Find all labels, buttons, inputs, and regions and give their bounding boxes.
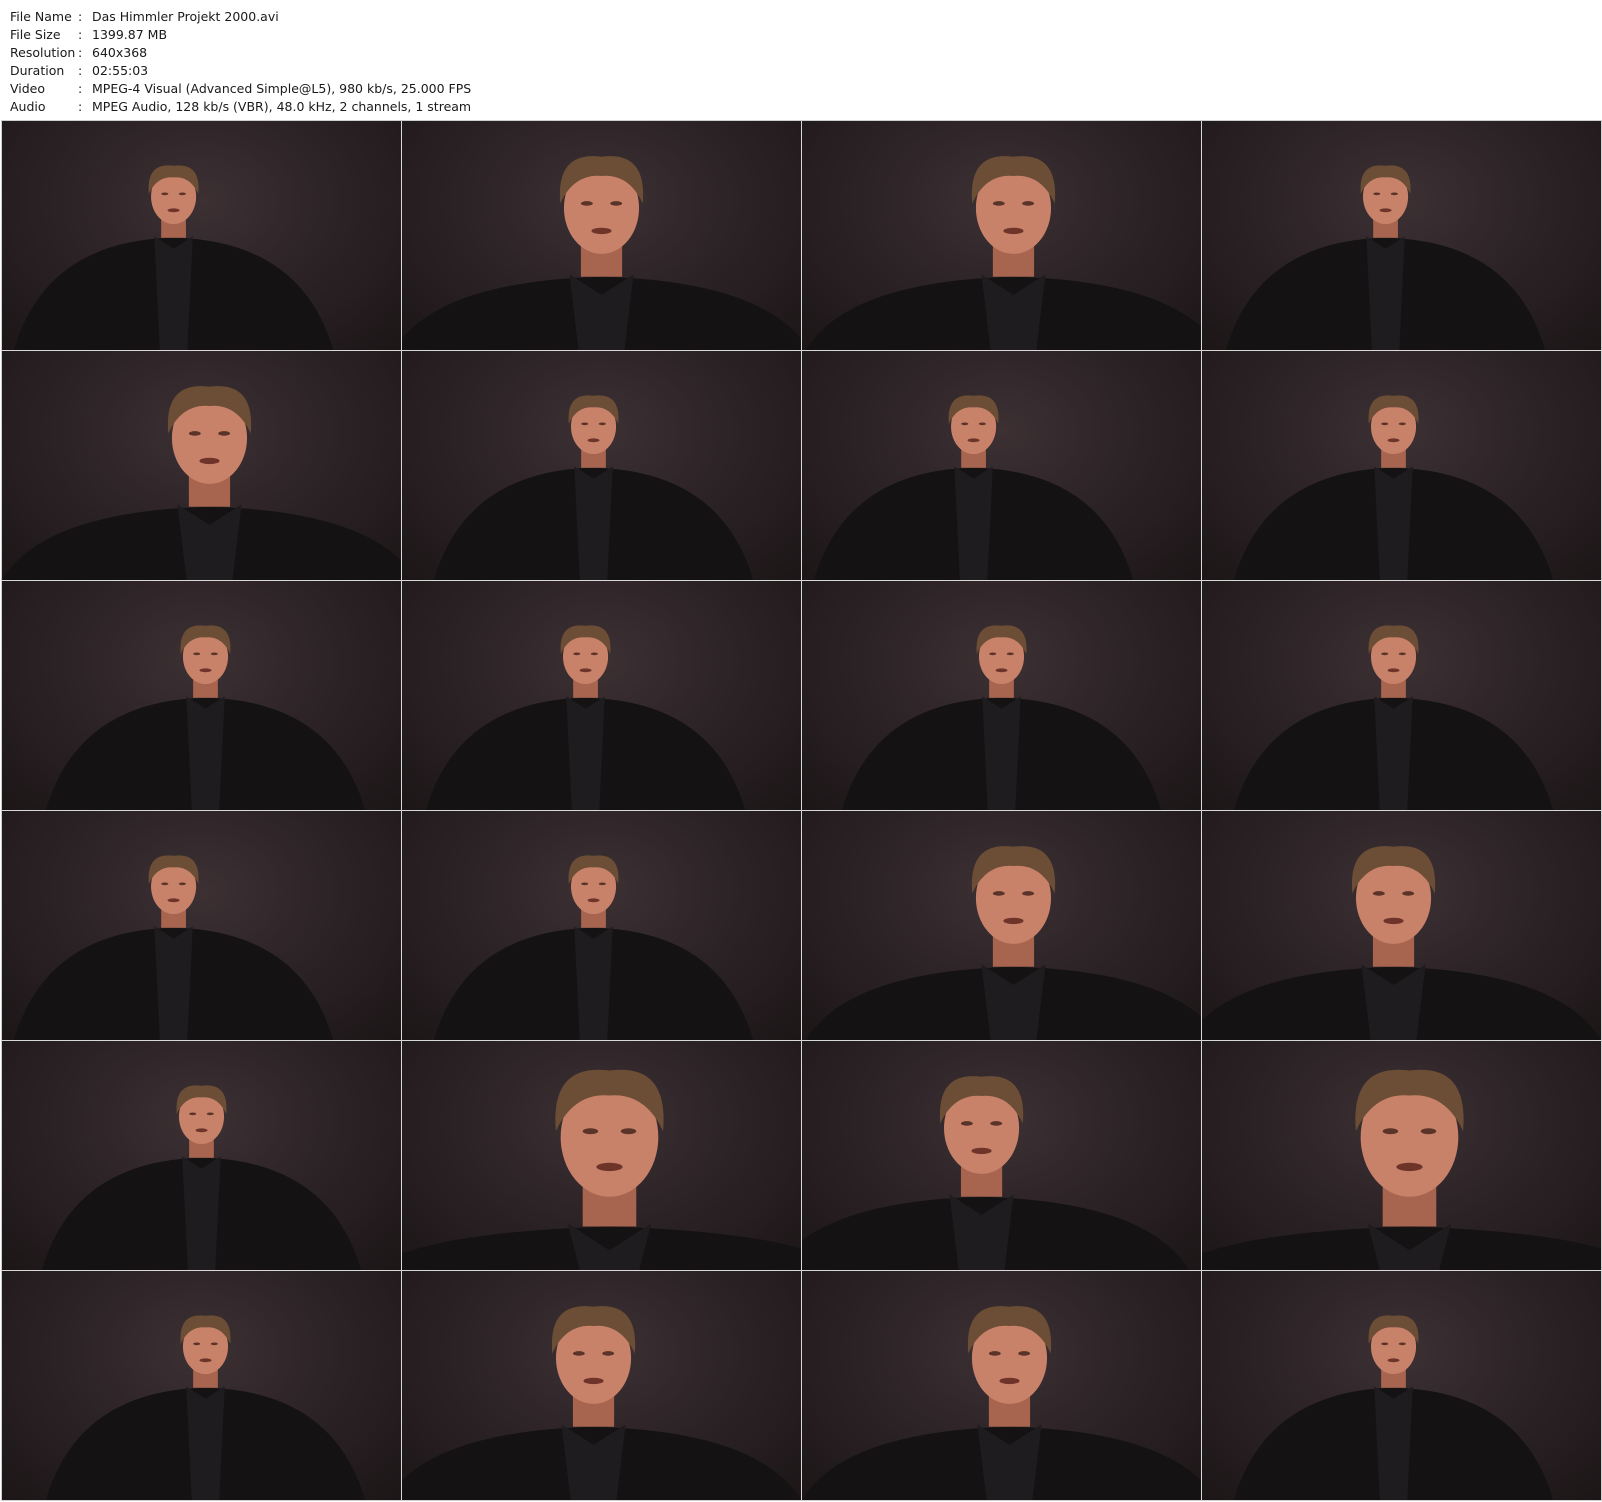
video-frame-thumbnail: [2, 1271, 401, 1500]
frame-man-closeup-icon: [805, 846, 1201, 1040]
frame-man-speaking-icon: [1233, 395, 1554, 580]
video-frame-thumbnail: [1202, 1271, 1601, 1500]
video-frame-thumbnail: [402, 581, 801, 810]
frame-man-closeup-icon: [2, 386, 401, 580]
info-value: MPEG-4 Visual (Advanced Simple@L5), 980 …: [92, 81, 472, 96]
info-row-duration: Duration : 02:55:03: [10, 62, 471, 80]
frame-man-speaking-icon: [45, 625, 366, 810]
video-frame-thumbnail: [1202, 581, 1601, 810]
video-frame-thumbnail: [802, 811, 1201, 1040]
video-frame-thumbnail: [2, 811, 401, 1040]
video-frame-thumbnail: [802, 1271, 1201, 1500]
frame-man-speaking-icon: [45, 1315, 366, 1500]
frame-man-closeup-icon: [802, 1306, 1201, 1500]
frame-man-closeup-icon: [402, 156, 801, 350]
frame-man-speaking-icon: [425, 625, 746, 810]
info-row-audio: Audio : MPEG Audio, 128 kb/s (VBR), 48.0…: [10, 98, 471, 116]
info-value: MPEG Audio, 128 kb/s (VBR), 48.0 kHz, 2 …: [92, 99, 472, 114]
frame-man-speaking-icon: [433, 855, 754, 1040]
info-separator: :: [78, 27, 83, 42]
video-frame-thumbnail: [402, 121, 801, 350]
frame-man-speaking-icon: [1225, 165, 1546, 350]
frame-man-speaking-icon: [433, 395, 754, 580]
info-separator: :: [78, 45, 83, 60]
frame-man-speaking-icon: [13, 855, 334, 1040]
info-separator: :: [78, 63, 83, 78]
frame-man-profile-closeup-icon: [1202, 1069, 1601, 1270]
frame-man-closeup-icon: [402, 1306, 801, 1500]
info-separator: :: [78, 81, 83, 96]
video-frame-thumbnail: [402, 1271, 801, 1500]
info-label: File Name: [10, 9, 72, 24]
frame-man-speaking-icon: [841, 625, 1162, 810]
info-value: 1399.87 MB: [92, 27, 168, 42]
info-row-resolution: Resolution : 640x368: [10, 44, 471, 62]
video-frame-thumbnail: [802, 121, 1201, 350]
info-separator: :: [78, 99, 83, 114]
info-label: Resolution: [10, 45, 76, 60]
frame-man-speaking-icon: [813, 395, 1134, 580]
video-frame-thumbnail: [1202, 121, 1601, 350]
frame-man-speaking-icon: [13, 165, 334, 350]
media-info-header: File Name : Das Himmler Projekt 2000.avi…: [10, 8, 471, 116]
info-label: Audio: [10, 99, 46, 114]
info-label: Video: [10, 81, 46, 96]
info-row-file-name: File Name : Das Himmler Projekt 2000.avi: [10, 8, 471, 26]
info-row-file-size: File Size : 1399.87 MB: [10, 26, 471, 44]
info-row-video: Video : MPEG-4 Visual (Advanced Simple@L…: [10, 80, 471, 98]
video-frame-thumbnail: [802, 351, 1201, 580]
video-frame-thumbnail: [402, 811, 801, 1040]
info-value: 02:55:03: [92, 63, 149, 78]
frame-man-speaking-icon: [41, 1085, 362, 1270]
frame-man-closeup-icon: [1202, 846, 1601, 1040]
frame-man-profile-closeup-icon: [402, 1069, 801, 1270]
frame-man-closeup-icon: [802, 1076, 1190, 1270]
frame-man-speaking-icon: [1233, 625, 1554, 810]
video-frame-thumbnail: [402, 351, 801, 580]
video-frame-thumbnail: [2, 1041, 401, 1270]
info-label: Duration: [10, 63, 65, 78]
video-frame-thumbnail: [1202, 811, 1601, 1040]
video-frame-thumbnail: [1202, 1041, 1601, 1270]
info-separator: :: [78, 9, 83, 24]
video-frame-thumbnail: [2, 581, 401, 810]
video-frame-thumbnail: [802, 1041, 1201, 1270]
video-frame-thumbnail: [2, 121, 401, 350]
frame-man-speaking-icon: [1233, 1315, 1554, 1500]
video-frame-thumbnail: [402, 1041, 801, 1270]
info-value: Das Himmler Projekt 2000.avi: [92, 9, 279, 24]
frame-man-closeup-icon: [805, 156, 1201, 350]
info-label: File Size: [10, 27, 61, 42]
video-frame-thumbnail: [1202, 351, 1601, 580]
info-value: 640x368: [92, 45, 148, 60]
video-frame-thumbnail: [2, 351, 401, 580]
thumbnail-grid: [1, 120, 1602, 1501]
video-frame-thumbnail: [802, 581, 1201, 810]
